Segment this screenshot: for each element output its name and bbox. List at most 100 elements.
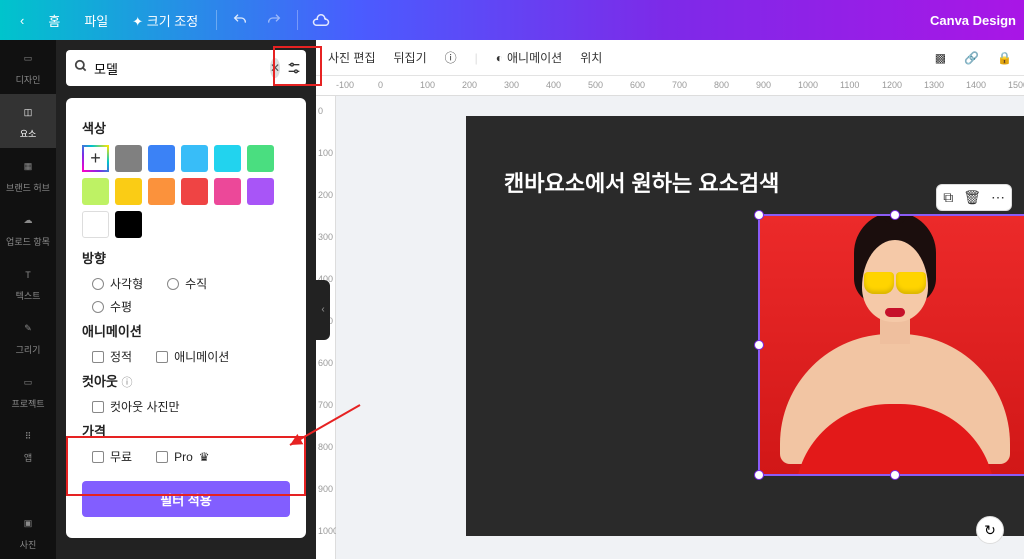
ruler-tick: 0 — [318, 106, 323, 116]
transparency-button[interactable]: ▩ — [935, 51, 946, 65]
rail-photos[interactable]: ▣사진 — [0, 505, 56, 559]
rail-brandhub[interactable]: ▦ 브랜드 허브 — [0, 148, 56, 202]
anim-static-option[interactable]: 정적 — [92, 348, 132, 365]
filter-panel: 색상 + 방향 사각형 수직 수평 애니메이션 정적 애니메이션 컷아웃 ⓘ 컷… — [66, 98, 306, 538]
color-swatch[interactable] — [148, 178, 175, 205]
checkbox-icon — [92, 351, 104, 363]
rail-uploads[interactable]: ☁업로드 항목 — [0, 202, 56, 256]
price-free-option[interactable]: 무료 — [92, 448, 132, 465]
rail-elements[interactable]: ◫요소 — [0, 94, 56, 148]
search-input[interactable] — [94, 61, 270, 76]
color-swatch[interactable] — [214, 145, 241, 172]
color-swatch[interactable] — [247, 145, 274, 172]
cloud-sync-icon[interactable] — [310, 9, 332, 31]
color-swatch[interactable] — [115, 145, 142, 172]
rail-projects[interactable]: ▭ 프로젝트 — [0, 364, 56, 418]
rail-design[interactable]: ▭디자인 — [0, 40, 56, 94]
animation-button[interactable]: ◐ 애니메이션 — [496, 49, 562, 66]
clear-search-button[interactable]: ✕ — [270, 58, 280, 78]
flip-button[interactable]: 뒤집기 — [394, 49, 427, 66]
side-panel: ✕ 색상 + 방향 사각형 수직 수평 애니메이션 정적 애니메이션 컷아웃 ⓘ… — [56, 40, 316, 559]
rail-projects-label: 프로젝트 — [11, 397, 44, 410]
color-swatch[interactable] — [82, 211, 109, 238]
back-button[interactable]: ‹ — [8, 13, 36, 28]
color-heading: 색상 — [82, 118, 290, 137]
rail-text[interactable]: T텍스트 — [0, 256, 56, 310]
color-swatch[interactable] — [115, 211, 142, 238]
brandhub-icon: ▦ — [18, 157, 38, 177]
delete-button[interactable]: 🗑 — [963, 189, 981, 206]
color-swatch[interactable] — [181, 145, 208, 172]
orientation-heading: 방향 — [82, 248, 290, 267]
text-icon: T — [18, 265, 38, 285]
file-menu[interactable]: 파일 — [72, 11, 120, 30]
anim-anim-option[interactable]: 애니메이션 — [156, 348, 229, 365]
page-title-text[interactable]: 캔바요소에서 원하는 요소검색 — [504, 166, 779, 198]
ruler-tick: 600 — [318, 358, 333, 368]
resize-menu[interactable]: ✦ 크기 조정 — [120, 11, 210, 30]
ruler-tick: 100 — [420, 80, 435, 90]
link-button[interactable]: 🔗 — [964, 51, 979, 65]
orient-horiz-option[interactable]: 수평 — [92, 298, 132, 315]
ruler-tick: 1200 — [882, 80, 902, 90]
collapse-panel-button[interactable]: ‹ — [316, 280, 330, 340]
color-swatches: + — [82, 145, 290, 238]
checkbox-icon — [92, 451, 104, 463]
orient-vert-option[interactable]: 수직 — [167, 275, 207, 292]
position-button[interactable]: 위치 — [580, 49, 602, 66]
orient-vert-label: 수직 — [185, 275, 207, 292]
info-button[interactable]: ⓘ — [445, 49, 457, 66]
cutout-only-option[interactable]: 컷아웃 사진만 — [92, 398, 180, 415]
color-swatch[interactable] — [115, 178, 142, 205]
more-button[interactable]: ⋯ — [991, 189, 1005, 206]
draw-icon: ✎ — [18, 319, 38, 339]
ruler-tick: 1500 — [1008, 80, 1024, 90]
color-swatch[interactable] — [148, 145, 175, 172]
rail-draw[interactable]: ✎그리기 — [0, 310, 56, 364]
ruler-tick: 1400 — [966, 80, 986, 90]
rail-apps[interactable]: ⠿앱 — [0, 418, 56, 472]
orientation-row2: 수평 — [92, 298, 290, 315]
color-swatch[interactable] — [247, 178, 274, 205]
filter-toggle-button[interactable] — [286, 58, 302, 78]
crown-icon: ♛ — [199, 450, 210, 464]
color-swatch[interactable] — [82, 178, 109, 205]
duplicate-button[interactable]: ⧉ — [943, 189, 953, 206]
color-swatch[interactable] — [181, 178, 208, 205]
design-page[interactable]: 캔바요소에서 원하는 요소검색 — [466, 116, 1024, 536]
redo-icon[interactable] — [263, 9, 285, 31]
resize-handle-sw[interactable] — [754, 470, 764, 480]
resize-handle-nw[interactable] — [754, 210, 764, 220]
lock-button[interactable]: 🔒 — [997, 51, 1012, 65]
refresh-page-button[interactable]: ↻ — [976, 516, 1004, 544]
edit-photo-button[interactable]: 사진 편집 — [328, 49, 376, 66]
home-button[interactable]: 홈 — [36, 11, 72, 30]
color-swatch[interactable] — [214, 178, 241, 205]
cutout-only-label: 컷아웃 사진만 — [110, 398, 180, 415]
canvas-viewport[interactable]: 01002003004005006007008009001000 캔바요소에서 … — [316, 96, 1024, 559]
canvas-inner: 캔바요소에서 원하는 요소검색 — [336, 96, 1024, 559]
resize-handle-n[interactable] — [890, 210, 900, 220]
ruler-tick: 400 — [546, 80, 561, 90]
ruler-tick: 0 — [378, 80, 383, 90]
ruler-tick: 100 — [318, 148, 333, 158]
price-pro-option[interactable]: Pro ♛ — [156, 448, 209, 465]
add-color-button[interactable]: + — [82, 145, 109, 172]
orient-rect-option[interactable]: 사각형 — [92, 275, 143, 292]
selected-image[interactable] — [760, 216, 1024, 474]
price-pro-label: Pro — [174, 450, 193, 464]
checkbox-icon — [156, 351, 168, 363]
apply-filter-button[interactable]: 필터 적용 — [82, 481, 290, 517]
rail-brandhub-label: 브랜드 허브 — [6, 181, 50, 194]
radio-icon — [167, 278, 179, 290]
undo-icon[interactable] — [229, 9, 251, 31]
info-icon[interactable]: ⓘ — [122, 377, 133, 389]
resize-handle-w[interactable] — [754, 340, 764, 350]
rail-elements-label: 요소 — [20, 127, 37, 140]
apps-icon: ⠿ — [18, 427, 38, 447]
projects-icon: ▭ — [18, 373, 38, 393]
ruler-tick: -100 — [336, 80, 354, 90]
ruler-tick: 900 — [318, 484, 333, 494]
resize-label: 크기 조정 — [147, 14, 198, 29]
resize-handle-s[interactable] — [890, 470, 900, 480]
